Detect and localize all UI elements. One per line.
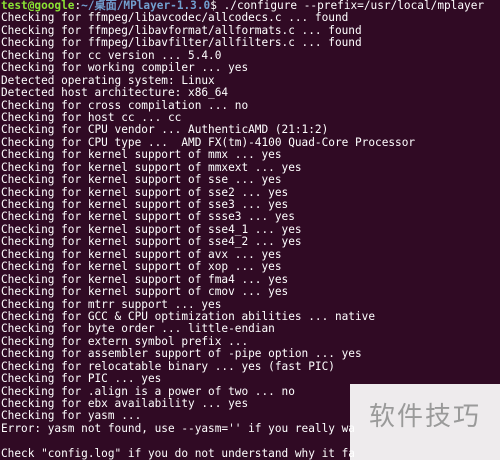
output-line: Checking for GCC & CPU optimization abil… xyxy=(1,310,376,323)
output-line: Checking for ffmpeg/libavfilter/allfilte… xyxy=(1,37,362,50)
output-line: Checking for kernel support of xop ... y… xyxy=(1,261,282,274)
output-line: Checking for extern symbol prefix ... xyxy=(1,335,249,348)
prompt-symbol: $ xyxy=(210,0,217,12)
watermark-text: 软件技巧 xyxy=(368,401,481,432)
output-line: Detected operating system: Linux xyxy=(1,74,215,87)
output-line: Checking for host cc ... cc xyxy=(1,111,182,124)
output-line: Checking for kernel support of mmxext ..… xyxy=(1,161,302,174)
output-line: Checking for kernel support of sse4_2 ..… xyxy=(1,236,302,249)
output-line: Detected host architecture: x86_64 xyxy=(1,87,229,100)
output-line: Checking for kernel support of sse4_1 ..… xyxy=(1,223,302,236)
output-line: Checking for kernel support of cmov ... … xyxy=(1,286,289,299)
prompt-command: ./configure --prefix=/usr/local/mplayer xyxy=(216,0,485,12)
output-line: Checking for cross compilation ... no xyxy=(1,99,249,112)
output-line: Checking for kernel support of sse ... y… xyxy=(1,174,282,187)
output-line: Checking for CPU vendor ... AuthenticAMD… xyxy=(1,124,329,137)
watermark: 软件技巧 xyxy=(350,384,500,460)
output-line: Checking for kernel support of mmx ... y… xyxy=(1,149,282,162)
output-line: Checking for kernel support of ssse3 ...… xyxy=(1,211,295,224)
output-line: Checking for kernel support of avx ... y… xyxy=(1,248,282,261)
output-line: Checking for ffmpeg/libavformat/allforma… xyxy=(1,24,362,37)
output-line: Checking for ffmpeg/libavcodec/allcodecs… xyxy=(1,12,349,25)
prompt-user-host: test@google xyxy=(1,0,75,12)
output-line: Checking for relocatable binary ... yes … xyxy=(1,360,335,373)
terminal-window[interactable]: test@google:~/桌面/MPlayer-1.3.0$ ./config… xyxy=(0,0,500,460)
output-line: Checking for kernel support of fma4 ... … xyxy=(1,273,289,286)
output-line: Checking for cc version ... 5.4.0 xyxy=(1,49,222,62)
output-line: Checking for working compiler ... yes xyxy=(1,62,249,75)
output-line: Checking for kernel support of sse2 ... … xyxy=(1,186,289,199)
output-line: Checking for CPU type ... AMD FX(tm)-410… xyxy=(1,136,416,149)
prompt-path: ~/桌面/MPlayer-1.3.0 xyxy=(81,0,211,12)
prompt-line: test@google:~/桌面/MPlayer-1.3.0$ ./config… xyxy=(1,0,500,12)
output-line: Checking for mtrr support ... yes xyxy=(1,298,222,311)
output-line: Checking for kernel support of sse3 ... … xyxy=(1,199,289,211)
output-line: Checking for byte order ... little-endia… xyxy=(1,323,275,336)
output-line: Checking for assembler support of -pipe … xyxy=(1,348,362,361)
